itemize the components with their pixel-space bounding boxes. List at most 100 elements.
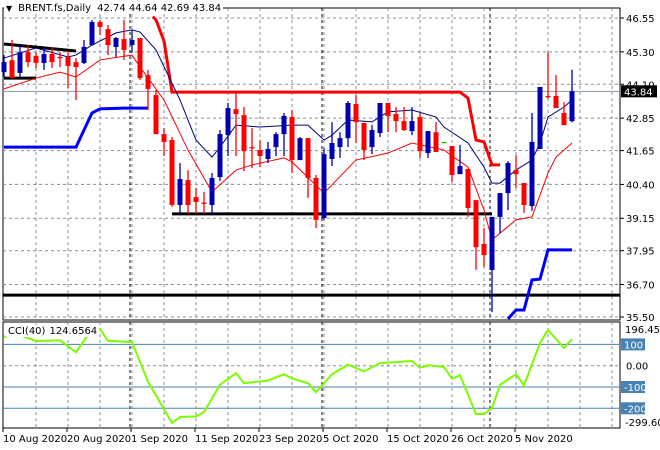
y-tick-label: 41.65 bbox=[626, 147, 655, 158]
x-tick-label: 10 Aug 2020 bbox=[3, 434, 67, 445]
cci-level-minus200: -200 bbox=[624, 404, 647, 415]
ohlc-values: 42.74 44.64 42.69 43.84 bbox=[97, 3, 222, 14]
price-chart[interactable]: 46.5545.3044.1042.8541.6540.4039.1537.95… bbox=[0, 0, 660, 450]
candle-body bbox=[217, 134, 223, 178]
candle-body bbox=[25, 52, 31, 63]
cci-level-minus100: -100 bbox=[624, 383, 647, 394]
candle-body bbox=[313, 177, 319, 220]
candle-body bbox=[497, 193, 503, 217]
candle-body bbox=[401, 121, 407, 131]
candle-body bbox=[57, 56, 63, 59]
candle-body bbox=[137, 38, 143, 79]
candle-body bbox=[369, 130, 375, 148]
candle-body bbox=[209, 177, 215, 205]
cci-name: CCI(40) bbox=[8, 326, 46, 337]
candle-body bbox=[129, 39, 135, 46]
candle-body bbox=[145, 75, 151, 89]
candle-body bbox=[553, 95, 559, 109]
candle-body bbox=[353, 104, 359, 123]
candle-body bbox=[337, 138, 343, 148]
cci-header: CCI(40) 124.6564 bbox=[6, 326, 100, 337]
x-tick-label: 5 Oct 2020 bbox=[323, 434, 378, 445]
candle-body bbox=[105, 29, 111, 46]
y-tick-label: 36.70 bbox=[626, 281, 655, 292]
chart-header: ▼ BRENT.fs,Daily 42.74 44.64 42.69 43.84 bbox=[4, 3, 224, 14]
candle-body bbox=[361, 122, 367, 151]
candle-body bbox=[481, 243, 487, 256]
y-tick-label: 46.55 bbox=[626, 14, 655, 25]
candle-body bbox=[113, 38, 119, 47]
candle-body bbox=[73, 62, 79, 67]
candle-body bbox=[81, 46, 87, 63]
cci-max-label: 196.4581 bbox=[625, 325, 660, 336]
main-pane bbox=[2, 7, 621, 321]
x-tick-label: 23 Sep 2020 bbox=[259, 434, 322, 445]
candle-body bbox=[233, 109, 239, 115]
candle-body bbox=[457, 166, 463, 175]
candle-body bbox=[537, 87, 543, 149]
candle-body bbox=[257, 150, 263, 157]
candle-body bbox=[409, 121, 415, 132]
y-tick-label: 42.85 bbox=[626, 114, 655, 125]
candle-body bbox=[1, 62, 7, 73]
cci-level-0: 0.00 bbox=[626, 362, 648, 373]
y-tick-label: 35.50 bbox=[626, 313, 655, 324]
candle-body bbox=[321, 154, 327, 218]
candle-body bbox=[185, 180, 191, 205]
cci-level-100: 100 bbox=[624, 340, 643, 351]
candle-body bbox=[241, 115, 247, 152]
x-tick-label: 20 Aug 2020 bbox=[67, 434, 131, 445]
candle-body bbox=[433, 132, 439, 152]
y-tick-label: 37.95 bbox=[626, 247, 655, 258]
candle-body bbox=[273, 134, 279, 148]
candle-body bbox=[41, 53, 47, 63]
candle-body bbox=[505, 163, 511, 194]
candle-body bbox=[161, 134, 167, 142]
candle-body bbox=[513, 170, 519, 175]
candle-body bbox=[393, 114, 399, 122]
candle-body bbox=[177, 179, 183, 205]
candle-body bbox=[49, 53, 55, 63]
candle-body bbox=[17, 52, 23, 73]
y-tick-label: 40.40 bbox=[626, 180, 655, 191]
candle-body bbox=[473, 200, 479, 248]
candle-body bbox=[169, 140, 175, 205]
candle-body bbox=[569, 91, 575, 122]
candle-body bbox=[465, 168, 471, 208]
x-tick-label: 15 Oct 2020 bbox=[387, 434, 449, 445]
candle-body bbox=[97, 22, 103, 27]
candle-body bbox=[89, 22, 95, 46]
candle-body bbox=[249, 147, 255, 149]
candle-body bbox=[153, 95, 159, 135]
candle-body bbox=[289, 117, 295, 161]
candle-body bbox=[345, 102, 351, 139]
candle-body bbox=[425, 131, 431, 154]
candle-body bbox=[33, 55, 39, 63]
y-tick-label: 45.30 bbox=[626, 48, 655, 59]
symbol-label: BRENT.fs,Daily bbox=[18, 3, 92, 14]
candle-body bbox=[561, 112, 567, 126]
candle-body bbox=[265, 148, 271, 159]
candle-body bbox=[441, 141, 447, 144]
candle-body bbox=[417, 117, 423, 152]
candle-body bbox=[225, 108, 231, 136]
x-tick-label: 5 Nov 2020 bbox=[515, 434, 573, 445]
current-price-label: 43.84 bbox=[624, 87, 653, 98]
candle-body bbox=[193, 197, 199, 203]
x-tick-label: 11 Sep 2020 bbox=[195, 434, 258, 445]
candle-body bbox=[297, 138, 303, 161]
candle-body bbox=[377, 102, 383, 134]
candle-body bbox=[529, 141, 535, 207]
x-tick-label: 1 Sep 2020 bbox=[131, 434, 188, 445]
dropdown-triangle-icon[interactable]: ▼ bbox=[6, 4, 12, 13]
candle-body bbox=[329, 143, 335, 159]
candle-body bbox=[201, 202, 207, 204]
candle-body bbox=[385, 102, 391, 116]
candle-body bbox=[305, 138, 311, 178]
candle-body bbox=[489, 216, 495, 270]
candle-body bbox=[121, 39, 127, 50]
candle-body bbox=[449, 145, 455, 175]
candle-body bbox=[521, 183, 527, 205]
candle-body bbox=[545, 95, 551, 98]
y-tick-label: 39.15 bbox=[626, 214, 655, 225]
